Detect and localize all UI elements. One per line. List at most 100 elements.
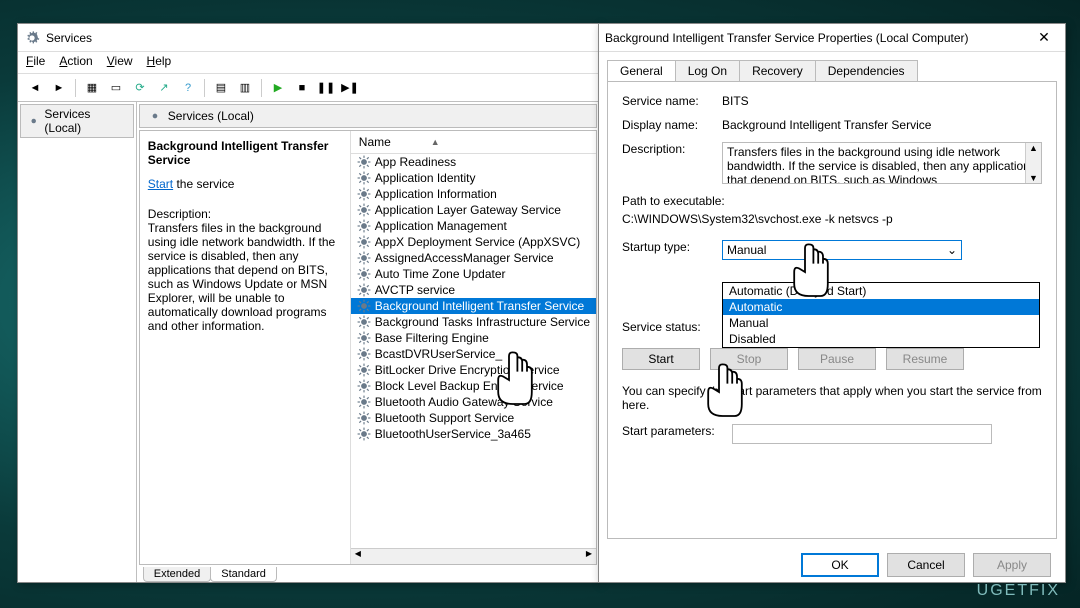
stop-button: Stop bbox=[710, 348, 788, 370]
tb-grid2[interactable]: ▥ bbox=[234, 77, 256, 99]
description-box[interactable]: Transfers files in the background using … bbox=[722, 142, 1042, 184]
start-button[interactable]: Start bbox=[622, 348, 700, 370]
tb-showhide[interactable]: ▦ bbox=[81, 77, 103, 99]
service-item-label: Background Tasks Infrastructure Service bbox=[375, 315, 590, 329]
service-item[interactable]: Application Information bbox=[351, 186, 596, 202]
tab-panel-general: Service name: BITS Display name: Backgro… bbox=[607, 81, 1057, 539]
tb-stop[interactable]: ■ bbox=[291, 77, 313, 99]
tb-separator bbox=[204, 79, 205, 97]
service-item-label: Base Filtering Engine bbox=[375, 331, 489, 345]
tree-item-services-local[interactable]: Services (Local) bbox=[20, 104, 134, 138]
service-item[interactable]: BluetoothUserService_3a465 bbox=[351, 426, 596, 442]
desc-text: Transfers files in the background using … bbox=[148, 221, 342, 333]
tb-help[interactable]: ? bbox=[177, 77, 199, 99]
tb-refresh[interactable]: ⟳ bbox=[129, 77, 151, 99]
service-item[interactable]: Base Filtering Engine bbox=[351, 330, 596, 346]
dd-manual[interactable]: Manual bbox=[723, 315, 1039, 331]
dd-automatic[interactable]: Automatic bbox=[723, 299, 1039, 315]
services-list[interactable]: App ReadinessApplication IdentityApplica… bbox=[351, 154, 596, 548]
tab-general[interactable]: General bbox=[607, 60, 676, 81]
chevron-down-icon: ⌄ bbox=[947, 243, 957, 257]
desc-scrollbar[interactable]: ▲▼ bbox=[1025, 143, 1041, 183]
tb-pause[interactable]: ❚❚ bbox=[315, 77, 337, 99]
service-item[interactable]: AppX Deployment Service (AppXSVC) bbox=[351, 234, 596, 250]
tree-pane: Services (Local) bbox=[18, 102, 137, 582]
service-item[interactable]: Auto Time Zone Updater bbox=[351, 266, 596, 282]
service-item[interactable]: Block Level Backup Engine Service bbox=[351, 378, 596, 394]
lbl-description: Description: bbox=[622, 142, 722, 184]
selected-service-name: Background Intelligent Transfer Service bbox=[148, 139, 342, 167]
tb-grid1[interactable]: ▤ bbox=[210, 77, 232, 99]
start-link[interactable]: Start bbox=[148, 177, 173, 191]
dd-disabled[interactable]: Disabled bbox=[723, 331, 1039, 347]
startup-dropdown[interactable]: Automatic (Delayed Start) Automatic Manu… bbox=[722, 282, 1040, 348]
startup-type-select[interactable]: Manual ⌄ bbox=[722, 240, 962, 260]
service-item[interactable]: Application Management bbox=[351, 218, 596, 234]
props-titlebar[interactable]: Background Intelligent Transfer Service … bbox=[599, 24, 1065, 52]
h-scrollbar[interactable]: ◀ ▶ bbox=[351, 548, 596, 564]
service-item-label: Bluetooth Support Service bbox=[375, 411, 514, 425]
service-item[interactable]: AVCTP service bbox=[351, 282, 596, 298]
service-item-label: Application Identity bbox=[375, 171, 476, 185]
service-item-label: Block Level Backup Engine Service bbox=[375, 379, 564, 393]
menu-action[interactable]: Action bbox=[59, 54, 92, 71]
services-body: Services (Local) Services (Local) Backgr… bbox=[18, 102, 599, 582]
watermark: UGETFIX bbox=[977, 582, 1060, 600]
pane-header-label: Services (Local) bbox=[168, 109, 254, 123]
tab-logon[interactable]: Log On bbox=[675, 60, 740, 81]
service-item[interactable]: Application Identity bbox=[351, 170, 596, 186]
services-titlebar[interactable]: Services bbox=[18, 24, 599, 52]
tb-properties[interactable]: ▭ bbox=[105, 77, 127, 99]
val-path: C:\WINDOWS\System32\svchost.exe -k netsv… bbox=[622, 212, 1042, 226]
service-item[interactable]: Background Intelligent Transfer Service bbox=[351, 298, 596, 314]
service-item[interactable]: BitLocker Drive Encryption Service bbox=[351, 362, 596, 378]
cancel-button[interactable]: Cancel bbox=[887, 553, 965, 577]
service-item[interactable]: AssignedAccessManager Service bbox=[351, 250, 596, 266]
menu-view[interactable]: View bbox=[107, 54, 133, 71]
detail-pane: Background Intelligent Transfer Service … bbox=[140, 131, 350, 564]
tab-extended[interactable]: Extended bbox=[143, 567, 211, 582]
tb-separator bbox=[261, 79, 262, 97]
start-params-input[interactable] bbox=[732, 424, 992, 444]
service-item[interactable]: App Readiness bbox=[351, 154, 596, 170]
lbl-path: Path to executable: bbox=[622, 194, 1042, 208]
startup-selected: Manual bbox=[727, 243, 766, 257]
tb-forward[interactable]: ► bbox=[48, 77, 70, 99]
control-buttons: Start Stop Pause Resume bbox=[622, 348, 1042, 370]
pane-body: Background Intelligent Transfer Service … bbox=[139, 130, 597, 565]
service-item-label: BcastDVRUserService_ bbox=[375, 347, 502, 361]
service-item[interactable]: Application Layer Gateway Service bbox=[351, 202, 596, 218]
val-display-name: Background Intelligent Transfer Service bbox=[722, 118, 1042, 132]
services-title: Services bbox=[46, 31, 92, 45]
menu-file[interactable]: File bbox=[26, 54, 45, 71]
tb-export[interactable]: ↗ bbox=[153, 77, 175, 99]
ok-button[interactable]: OK bbox=[801, 553, 879, 577]
tb-restart[interactable]: ▶❚ bbox=[339, 77, 361, 99]
val-service-name: BITS bbox=[722, 94, 1042, 108]
gear-icon bbox=[148, 109, 162, 123]
service-item[interactable]: Background Tasks Infrastructure Service bbox=[351, 314, 596, 330]
service-item[interactable]: Bluetooth Audio Gateway Service bbox=[351, 394, 596, 410]
col-name: Name bbox=[359, 135, 391, 149]
list-header[interactable]: Name ▲ bbox=[351, 131, 596, 154]
tab-recovery[interactable]: Recovery bbox=[739, 60, 816, 81]
params-hint: You can specify the start parameters tha… bbox=[622, 384, 1042, 412]
tb-back[interactable]: ◄ bbox=[24, 77, 46, 99]
tab-dependencies[interactable]: Dependencies bbox=[815, 60, 918, 81]
start-suffix: the service bbox=[173, 177, 234, 191]
properties-dialog: Background Intelligent Transfer Service … bbox=[598, 23, 1066, 583]
menu-help[interactable]: Help bbox=[147, 54, 172, 71]
service-item-label: Auto Time Zone Updater bbox=[375, 267, 506, 281]
services-icon bbox=[24, 30, 40, 46]
props-title: Background Intelligent Transfer Service … bbox=[605, 31, 969, 45]
tab-standard[interactable]: Standard bbox=[210, 567, 277, 582]
service-item[interactable]: BcastDVRUserService_ bbox=[351, 346, 596, 362]
lbl-status: Service status: bbox=[622, 320, 722, 334]
close-icon[interactable]: ✕ bbox=[1029, 29, 1059, 46]
services-window: Services File Action View Help ◄ ► ▦ ▭ ⟳… bbox=[17, 23, 600, 583]
dd-automatic-delayed[interactable]: Automatic (Delayed Start) bbox=[723, 283, 1039, 299]
tb-start[interactable]: ▶ bbox=[267, 77, 289, 99]
toolbar: ◄ ► ▦ ▭ ⟳ ↗ ? ▤ ▥ ▶ ■ ❚❚ ▶❚ bbox=[18, 74, 599, 102]
service-item[interactable]: Bluetooth Support Service bbox=[351, 410, 596, 426]
service-item-label: Application Management bbox=[375, 219, 507, 233]
